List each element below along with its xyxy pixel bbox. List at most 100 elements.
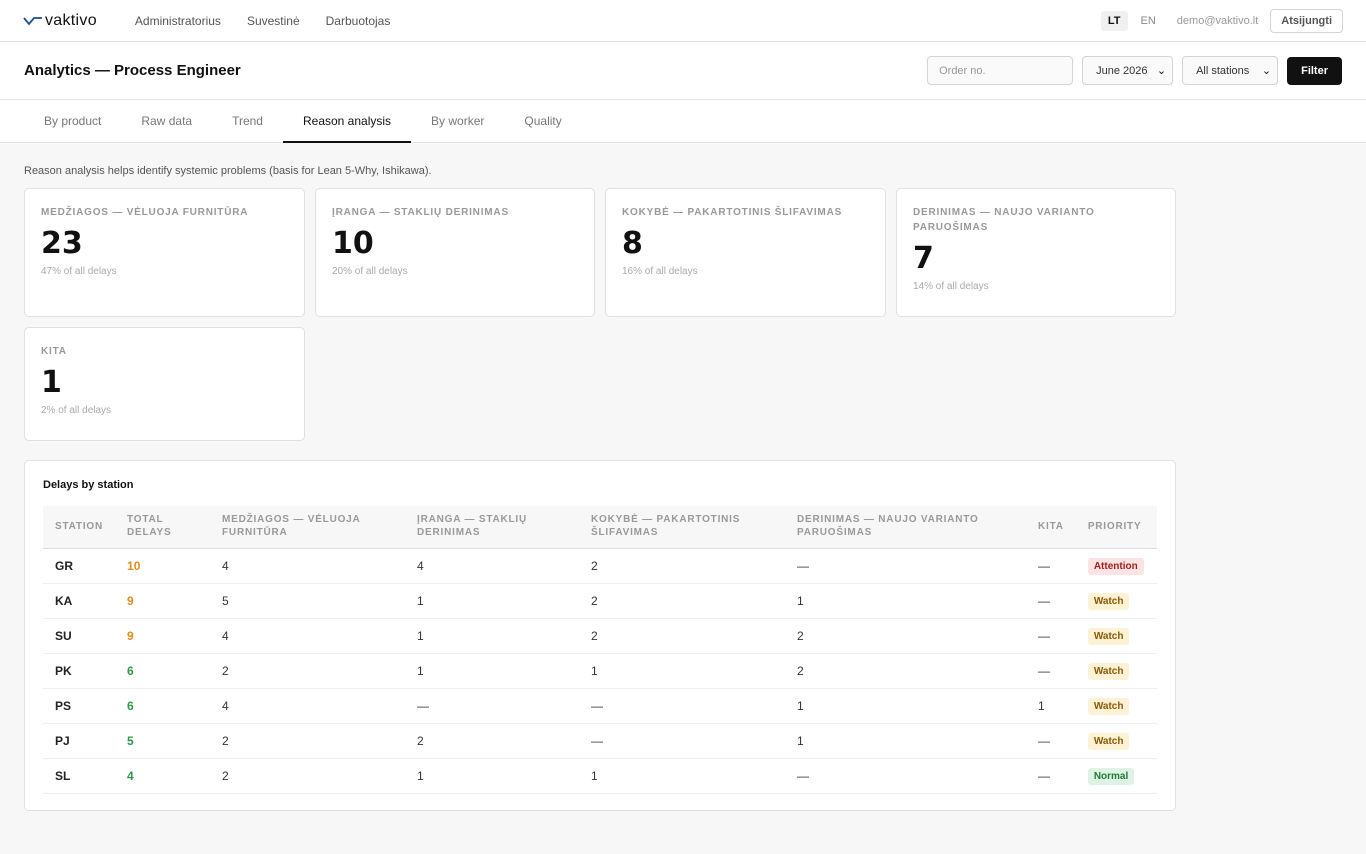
priority-cell: Watch [1075,723,1157,759]
logout-button[interactable]: Atsijungti [1270,8,1343,33]
order-number-input[interactable]: Order no. [927,56,1074,85]
derinimas-cell: 1 [785,583,1027,619]
medziagos-cell: 4 [210,688,406,724]
table-row: SU 9 4 1 2 2— Watch [43,618,1157,654]
medziagos-cell: 5 [210,583,406,619]
logo-check-icon [23,16,42,25]
col-iranga: Įranga — staklių derinimas [405,506,580,549]
kita-cell: — [1026,618,1076,654]
priority-badge: Watch [1087,662,1130,680]
nav-item-darbuotojas[interactable]: Darbuotojas [326,14,391,28]
priority-badge: Watch [1087,627,1130,645]
priority-badge: Normal [1087,767,1135,785]
kita-cell: — [1026,758,1076,794]
reason-card-value: 7 [913,241,934,276]
total-delays-cell: 9 [115,618,211,654]
reason-cards: Medžiagos — vėluoja furnitūra 23 47% of … [24,188,1176,441]
table-row: SL 4 2 1 1— — Normal [43,758,1157,794]
brand-logo[interactable]: vaktivo [23,12,97,30]
reason-card-value: 10 [332,226,374,261]
priority-cell: Watch [1075,583,1157,619]
priority-badge: Watch [1087,732,1130,750]
priority-badge: Watch [1087,697,1130,715]
total-delays-cell: 5 [115,723,211,759]
priority-cell: Normal [1075,758,1157,794]
reason-card: Derinimas — naujo varianto paruošimas 7 … [896,188,1176,317]
month-select-value: June 2026 [1096,64,1148,77]
reason-analysis-hint: Reason analysis helps identify systemic … [24,165,432,177]
lang-en-button[interactable]: EN [1134,11,1163,31]
tab-raw-data[interactable]: Raw data [121,100,212,143]
analytics-tabs: By product Raw data Trend Reason analysi… [0,100,1366,143]
main-nav: Administratorius Suvestinė Darbuotojas [135,14,390,28]
reason-card-value: 8 [622,226,643,261]
lang-lt-button[interactable]: LT [1100,10,1128,31]
derinimas-cell: — [785,758,1027,794]
delays-table: Station Total delays Medžiagos — vėluoja… [43,506,1157,794]
reason-card-percent: 16% of all delays [622,266,698,277]
table-row: PK 6 2 1 1 2— Watch [43,653,1157,689]
reason-card-percent: 14% of all delays [913,281,989,292]
station-cell: PS [43,688,116,724]
nav-item-administratorius[interactable]: Administratorius [135,14,221,28]
col-derinimas: Derinimas — naujo varianto paruošimas [785,506,1027,549]
brand-name: vaktivo [45,11,97,29]
iranga-cell: 1 [405,758,580,794]
page-title: Analytics — Process Engineer [24,62,241,79]
table-row: GR 10 4 4 2— — Attention [43,548,1157,584]
month-select[interactable]: June 2026 ⌄ [1082,56,1174,85]
filter-button[interactable]: Filter [1287,56,1342,85]
station-cell: SL [43,758,116,794]
tab-reason-analysis[interactable]: Reason analysis [282,100,412,143]
station-select[interactable]: All stations ⌄ [1182,56,1279,85]
total-delays-cell: 9 [115,583,211,619]
main-content: Reason analysis helps identify systemic … [0,165,1366,811]
station-cell: KA [43,583,116,619]
filter-bar: Order no. June 2026 ⌄ All stations ⌄ Fil… [927,56,1342,85]
iranga-cell: 4 [405,548,580,584]
reason-card-percent: 20% of all delays [332,266,408,277]
reason-card: Medžiagos — vėluoja furnitūra 23 47% of … [24,188,305,317]
medziagos-cell: 2 [210,723,406,759]
priority-cell: Watch [1075,688,1157,724]
kita-cell: — [1026,583,1076,619]
tab-by-worker[interactable]: By worker [411,100,504,143]
station-cell: PJ [43,723,116,759]
derinimas-cell: 1 [785,688,1027,724]
col-priority: Priority [1075,506,1157,549]
user-email: demo@vaktivo.lt [1176,14,1259,27]
priority-badge: Attention [1087,557,1144,575]
kokybe-cell: — [579,723,786,759]
medziagos-cell: 2 [210,653,406,689]
tab-by-product[interactable]: By product [24,100,121,143]
reason-card-value: 23 [41,226,83,261]
reason-card: Kokybė — pakartotinis šlifavimas 8 16% o… [605,188,886,317]
nav-item-suvestine[interactable]: Suvestinė [247,14,300,28]
total-delays-cell: 6 [115,688,211,724]
nav-right: LT EN demo@vaktivo.lt Atsijungti [1100,8,1343,33]
kokybe-cell: 1 [579,653,786,689]
reason-card-label: Derinimas — naujo varianto paruošimas [913,207,1095,233]
derinimas-cell: 1 [785,723,1027,759]
table-row: PJ 5 2 2—1— Watch [43,723,1157,759]
reason-card-label: Kokybė — pakartotinis šlifavimas [622,207,843,218]
medziagos-cell: 2 [210,758,406,794]
iranga-cell: 1 [405,618,580,654]
priority-cell: Attention [1075,548,1157,584]
iranga-cell: 1 [405,653,580,689]
col-total-delays: Total delays [115,506,211,549]
iranga-cell: 2 [405,723,580,759]
kita-cell: — [1026,548,1076,584]
kita-cell: 1 [1026,688,1076,724]
delays-by-station-panel: Delays by station Station Total delays M… [24,460,1176,811]
reason-card: Kita 1 2% of all delays [24,327,305,441]
priority-cell: Watch [1075,653,1157,689]
col-station: Station [43,506,116,549]
reason-card-percent: 47% of all delays [41,266,117,277]
total-delays-cell: 6 [115,653,211,689]
tab-quality[interactable]: Quality [504,100,581,143]
col-medziagos: Medžiagos — vėluoja furnitūra [210,506,406,549]
chevron-down-icon: ⌄ [1261,65,1272,77]
tab-trend[interactable]: Trend [212,100,283,143]
col-kita: Kita [1026,506,1076,549]
